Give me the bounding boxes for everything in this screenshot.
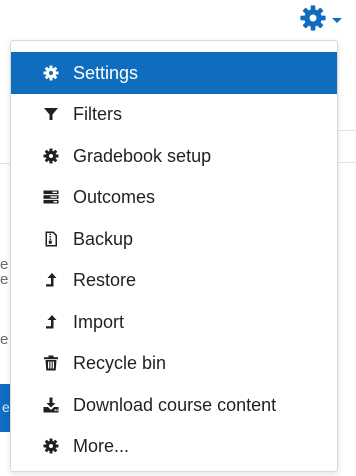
outcomes-icon xyxy=(43,189,59,205)
background-divider xyxy=(338,162,356,163)
level-up-icon xyxy=(43,314,59,330)
menu-item-import[interactable]: Import xyxy=(11,301,337,343)
gear-icon xyxy=(300,5,326,31)
level-up-icon xyxy=(43,272,59,288)
actions-dropdown-menu: Settings Filters Gradebook setup Outcome… xyxy=(10,40,338,472)
menu-item-label: Recycle bin xyxy=(73,353,167,374)
menu-item-more[interactable]: More... xyxy=(11,426,337,468)
menu-item-label: Gradebook setup xyxy=(73,145,212,166)
actions-menu-toggle[interactable] xyxy=(299,4,342,32)
gear-icon xyxy=(43,65,59,81)
background-text-fragment: e xyxy=(0,271,9,288)
filter-icon xyxy=(43,106,59,122)
caret-down-icon xyxy=(332,17,342,23)
menu-item-label: Outcomes xyxy=(73,187,156,208)
menu-item-filters[interactable]: Filters xyxy=(11,94,337,136)
file-archive-icon xyxy=(43,231,59,247)
background-button-label: e xyxy=(2,399,10,415)
menu-item-settings[interactable]: Settings xyxy=(11,52,337,94)
gear-icon xyxy=(43,438,59,454)
menu-item-outcomes[interactable]: Outcomes xyxy=(11,177,337,219)
menu-item-label: Download course content xyxy=(73,394,277,415)
gear-icon xyxy=(43,148,59,164)
menu-item-label: Backup xyxy=(73,228,134,249)
download-icon xyxy=(43,397,59,413)
background-divider xyxy=(338,130,356,131)
menu-item-label: Import xyxy=(73,311,125,332)
menu-item-label: Settings xyxy=(73,62,139,83)
menu-item-recycle-bin[interactable]: Recycle bin xyxy=(11,343,337,385)
menu-item-label: Filters xyxy=(73,104,122,125)
trash-icon xyxy=(43,355,59,371)
menu-item-label: Restore xyxy=(73,270,137,291)
menu-item-gradebook-setup[interactable]: Gradebook setup xyxy=(11,135,337,177)
menu-item-backup[interactable]: Backup xyxy=(11,218,337,260)
background-text-fragment: e xyxy=(0,331,9,348)
menu-item-label: More... xyxy=(73,436,130,457)
menu-item-restore[interactable]: Restore xyxy=(11,260,337,302)
menu-item-download-course-content[interactable]: Download course content xyxy=(11,384,337,426)
